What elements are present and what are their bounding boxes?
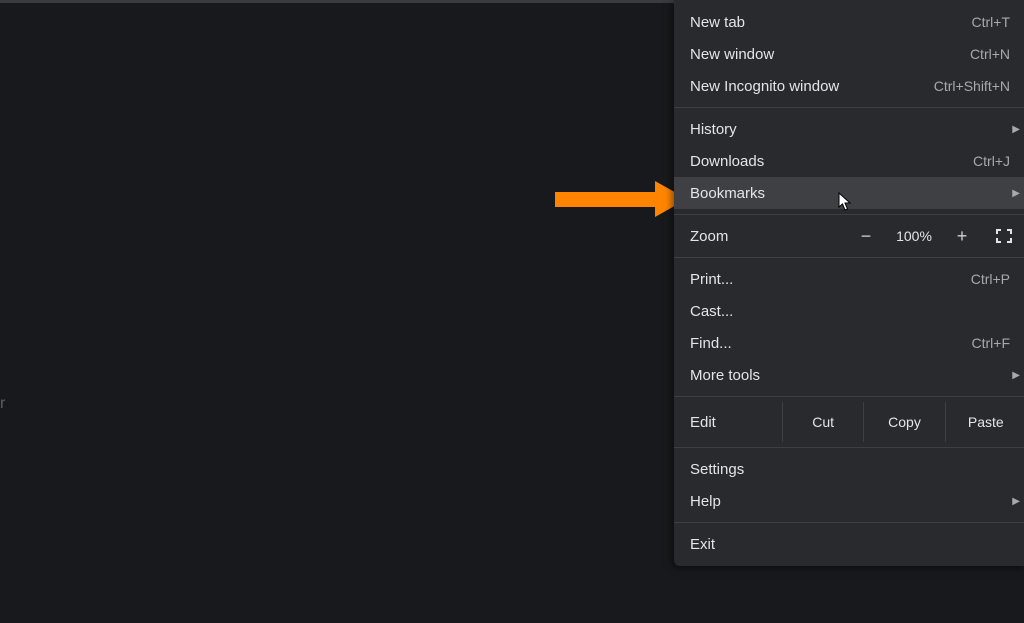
menu-shortcut: Ctrl+N: [970, 46, 1010, 62]
menu-label: More tools: [690, 367, 760, 384]
fullscreen-button[interactable]: [982, 220, 1024, 252]
menu-label: Find...: [690, 335, 732, 352]
menu-label: Cast...: [690, 303, 733, 320]
zoom-in-button[interactable]: +: [942, 220, 982, 252]
menu-separator: [674, 447, 1024, 448]
menu-item-more-tools[interactable]: More tools ▶: [674, 359, 1024, 391]
menu-item-settings[interactable]: Settings: [674, 453, 1024, 485]
menu-label: Settings: [690, 461, 744, 478]
zoom-label: Zoom: [690, 228, 846, 245]
menu-item-new-window[interactable]: New window Ctrl+N: [674, 38, 1024, 70]
menu-item-new-incognito[interactable]: New Incognito window Ctrl+Shift+N: [674, 70, 1024, 102]
edit-label: Edit: [674, 414, 782, 431]
menu-item-new-tab[interactable]: New tab Ctrl+T: [674, 6, 1024, 38]
submenu-arrow-icon: ▶: [1012, 370, 1020, 381]
menu-shortcut: Ctrl+Shift+N: [934, 78, 1010, 94]
zoom-out-button[interactable]: −: [846, 220, 886, 252]
browser-main-menu: New tab Ctrl+T New window Ctrl+N New Inc…: [674, 0, 1024, 566]
edit-paste-button[interactable]: Paste: [946, 402, 1024, 442]
submenu-arrow-icon: ▶: [1012, 124, 1020, 135]
menu-separator: [674, 257, 1024, 258]
menu-item-edit: Edit Cut Copy Paste: [674, 402, 1024, 442]
menu-item-help[interactable]: Help ▶: [674, 485, 1024, 517]
menu-label: Print...: [690, 271, 733, 288]
menu-item-history[interactable]: History ▶: [674, 113, 1024, 145]
page-background-text: r: [0, 395, 5, 413]
menu-label: New Incognito window: [690, 78, 839, 95]
menu-shortcut: Ctrl+J: [973, 153, 1010, 169]
zoom-value: 100%: [886, 228, 942, 244]
fullscreen-icon: [996, 229, 1012, 243]
submenu-arrow-icon: ▶: [1012, 188, 1020, 199]
annotation-arrow: [555, 181, 690, 217]
menu-item-exit[interactable]: Exit: [674, 528, 1024, 560]
menu-label: Bookmarks: [690, 185, 765, 202]
edit-copy-button[interactable]: Copy: [864, 402, 944, 442]
menu-separator: [674, 396, 1024, 397]
menu-shortcut: Ctrl+T: [972, 14, 1011, 30]
menu-item-downloads[interactable]: Downloads Ctrl+J: [674, 145, 1024, 177]
mouse-cursor-icon: [838, 192, 852, 212]
menu-item-zoom: Zoom − 100% +: [674, 220, 1024, 252]
menu-label: Exit: [690, 536, 715, 553]
menu-label: Downloads: [690, 153, 764, 170]
menu-item-print[interactable]: Print... Ctrl+P: [674, 263, 1024, 295]
menu-separator: [674, 522, 1024, 523]
menu-label: History: [690, 121, 737, 138]
minus-icon: −: [861, 226, 872, 247]
submenu-arrow-icon: ▶: [1012, 496, 1020, 507]
edit-cut-button[interactable]: Cut: [783, 402, 863, 442]
menu-separator: [674, 107, 1024, 108]
menu-item-find[interactable]: Find... Ctrl+F: [674, 327, 1024, 359]
menu-label: New window: [690, 46, 774, 63]
window-top-bar: [0, 0, 675, 3]
menu-shortcut: Ctrl+P: [971, 271, 1010, 287]
plus-icon: +: [957, 226, 968, 247]
menu-separator: [674, 214, 1024, 215]
menu-label: New tab: [690, 14, 745, 31]
menu-label: Help: [690, 493, 721, 510]
menu-item-cast[interactable]: Cast...: [674, 295, 1024, 327]
menu-shortcut: Ctrl+F: [972, 335, 1011, 351]
